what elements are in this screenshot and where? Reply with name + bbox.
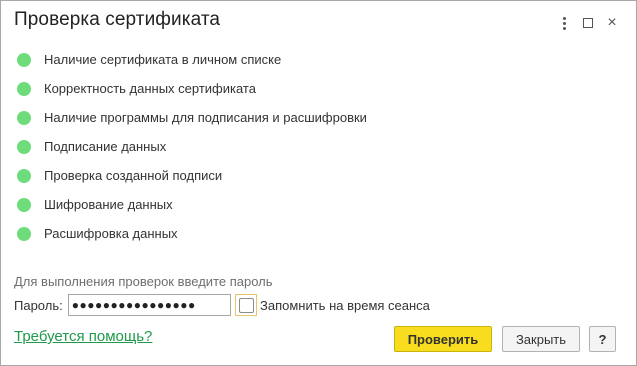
check-item-label: Корректность данных сертификата [44, 81, 256, 96]
maximize-icon[interactable] [576, 13, 600, 33]
remember-session-option[interactable]: Запомнить на время сеанса [235, 293, 430, 317]
password-field[interactable]: ●●●●●●●●●●●●●●●● [67, 294, 231, 316]
certificate-check-dialog: Проверка сертификата × Наличие сертифика… [0, 0, 637, 366]
check-item-certificate-data-correct: Корректность данных сертификата [17, 74, 367, 103]
title-bar-controls: × [552, 13, 624, 33]
check-item-signature-verification: Проверка созданной подписи [17, 161, 367, 190]
status-ok-icon [17, 81, 31, 96]
check-item-data-decryption: Расшифровка данных [17, 219, 367, 248]
check-item-label: Расшифровка данных [44, 226, 178, 241]
check-item-data-signing: Подписание данных [17, 132, 367, 161]
check-item-label: Наличие сертификата в личном списке [44, 52, 282, 67]
remember-checkbox-focus-frame [235, 294, 257, 316]
check-item-signing-program-present: Наличие программы для подписания и расши… [17, 103, 367, 132]
status-ok-icon [17, 168, 31, 183]
close-button[interactable]: Закрыть [502, 326, 580, 352]
status-ok-icon [17, 52, 31, 67]
close-icon[interactable]: × [600, 13, 624, 33]
password-hint: Для выполнения проверок введите пароль [14, 274, 273, 289]
check-button[interactable]: Проверить [394, 326, 492, 352]
check-item-label: Наличие программы для подписания и расши… [44, 110, 367, 125]
check-item-certificate-in-personal-list: Наличие сертификата в личном списке [17, 45, 367, 74]
check-item-label: Проверка созданной подписи [44, 168, 223, 183]
check-list: Наличие сертификата в личном списке Корр… [17, 45, 367, 248]
check-item-label: Подписание данных [44, 139, 167, 154]
help-button[interactable]: ? [589, 326, 616, 352]
check-item-data-encryption: Шифрование данных [17, 190, 367, 219]
remember-checkbox[interactable] [238, 297, 254, 313]
remember-label[interactable]: Запомнить на время сеанса [260, 298, 430, 313]
dialog-title: Проверка сертификата [14, 9, 221, 30]
more-vertical-icon[interactable] [552, 13, 576, 33]
status-ok-icon [17, 226, 31, 241]
password-row: Пароль: ●●●●●●●●●●●●●●●● [14, 293, 231, 317]
status-ok-icon [17, 110, 31, 125]
status-ok-icon [17, 139, 31, 154]
password-label: Пароль: [14, 297, 63, 313]
help-link[interactable]: Требуется помощь? [14, 328, 152, 345]
status-ok-icon [17, 197, 31, 212]
check-item-label: Шифрование данных [44, 197, 173, 212]
